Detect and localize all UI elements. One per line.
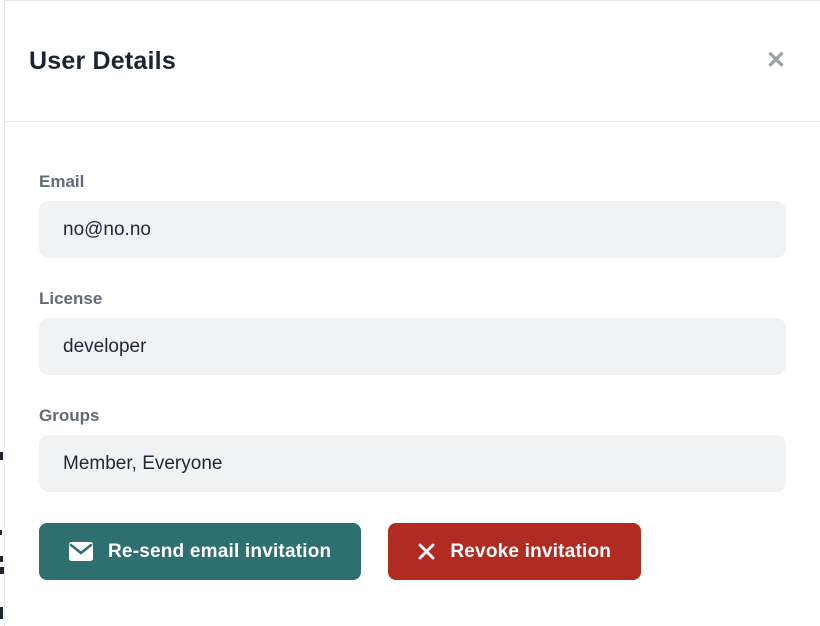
email-label: Email: [39, 172, 786, 192]
occluded-background-text: [0, 556, 3, 562]
license-field[interactable]: developer: [39, 318, 786, 375]
license-label: License: [39, 289, 786, 309]
modal-title: User Details: [29, 47, 176, 76]
revoke-button-label: Revoke invitation: [450, 541, 611, 563]
field-email: Email no@no.no: [39, 172, 786, 258]
x-icon: [418, 543, 435, 560]
page: { "modal": { "title": "User Details", "c…: [0, 0, 820, 626]
resend-email-invitation-button[interactable]: Re-send email invitation: [39, 523, 361, 580]
field-license: License developer: [39, 289, 786, 375]
groups-field[interactable]: Member, Everyone: [39, 435, 786, 492]
occluded-background-text: [0, 530, 2, 535]
groups-label: Groups: [39, 406, 786, 426]
user-details-modal: User Details ✕ Email no@no.no License de…: [4, 0, 820, 626]
modal-body: Email no@no.no License developer Groups …: [5, 122, 820, 580]
revoke-invitation-button[interactable]: Revoke invitation: [388, 523, 641, 580]
field-groups: Groups Member, Everyone: [39, 406, 786, 492]
occluded-background-text: [0, 452, 3, 460]
email-field[interactable]: no@no.no: [39, 201, 786, 258]
envelope-icon: [69, 542, 93, 561]
occluded-background-text: [0, 607, 3, 619]
close-button[interactable]: ✕: [762, 45, 790, 77]
close-icon: ✕: [766, 47, 786, 74]
button-row: Re-send email invitation Revoke invitati…: [39, 523, 786, 580]
resend-button-label: Re-send email invitation: [108, 541, 331, 563]
modal-header: User Details ✕: [5, 1, 820, 122]
